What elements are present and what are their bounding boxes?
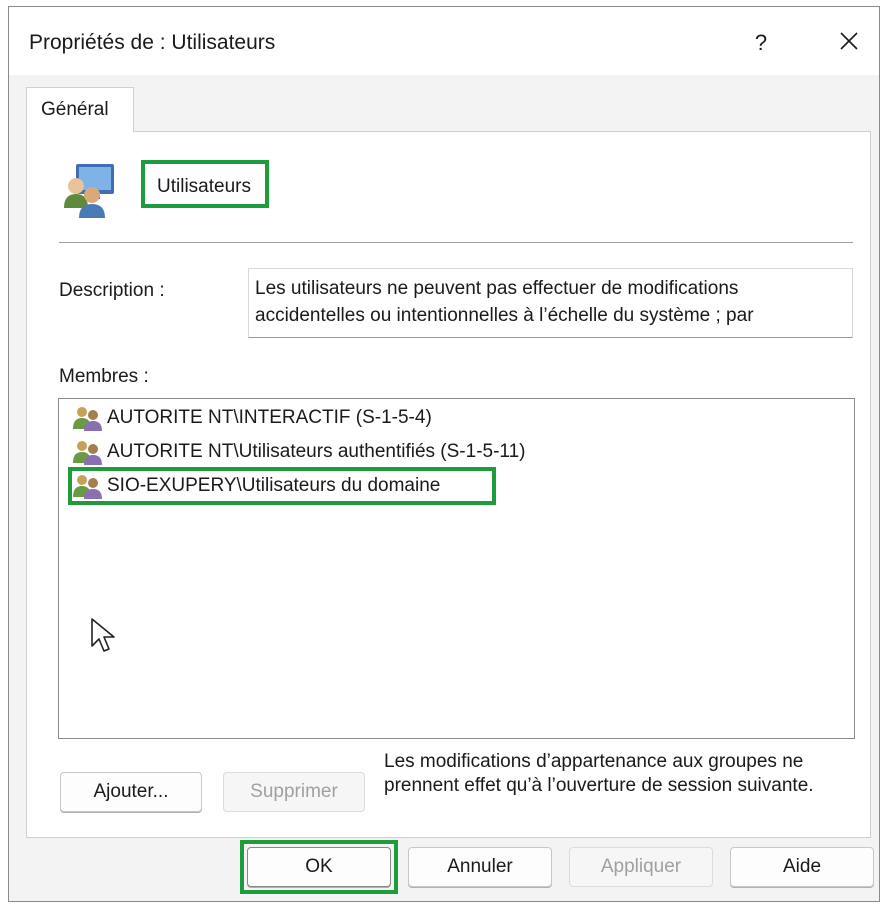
membership-note: Les modifications d’appartenance aux gro… [384, 751, 814, 796]
ok-button-highlight [240, 840, 398, 894]
tab-general[interactable]: Général [26, 87, 134, 132]
description-field[interactable]: Les utilisateurs ne peuvent pas effectue… [248, 268, 853, 338]
list-item[interactable]: AUTORITE NT\INTERACTIF (S-1-5-4) [71, 402, 432, 434]
close-button[interactable] [827, 23, 871, 63]
group-icon [64, 164, 114, 218]
group-icon [73, 407, 102, 431]
cancel-button[interactable]: Annuler [408, 847, 552, 887]
help-button[interactable]: Aide [730, 847, 874, 887]
apply-button[interactable]: Appliquer [569, 847, 713, 887]
members-list[interactable]: AUTORITE NT\INTERACTIF (S-1-5-4) AUTORIT… [58, 398, 855, 739]
title-bar: Propriétés de : Utilisateurs ? [9, 7, 879, 75]
remove-member-button[interactable]: Supprimer [223, 772, 365, 812]
member-highlight [68, 467, 496, 505]
properties-dialog: Propriétés de : Utilisateurs ? Général U… [8, 6, 880, 902]
members-label: Membres : [59, 366, 149, 387]
add-member-button[interactable]: Ajouter... [60, 772, 202, 812]
description-label: Description : [59, 280, 165, 301]
member-label: AUTORITE NT\Utilisateurs authentifiés (S… [107, 441, 526, 462]
group-name: Utilisateurs [157, 176, 251, 197]
help-title-button[interactable]: ? [739, 23, 783, 63]
close-icon [840, 32, 858, 50]
general-panel: Utilisateurs Description : Les utilisate… [26, 131, 871, 838]
group-icon [73, 441, 102, 465]
member-label: AUTORITE NT\INTERACTIF (S-1-5-4) [107, 407, 432, 428]
mouse-cursor-icon [91, 618, 115, 652]
window-title: Propriétés de : Utilisateurs [29, 31, 276, 54]
list-item[interactable]: AUTORITE NT\Utilisateurs authentifiés (S… [71, 436, 525, 468]
separator [59, 242, 853, 243]
